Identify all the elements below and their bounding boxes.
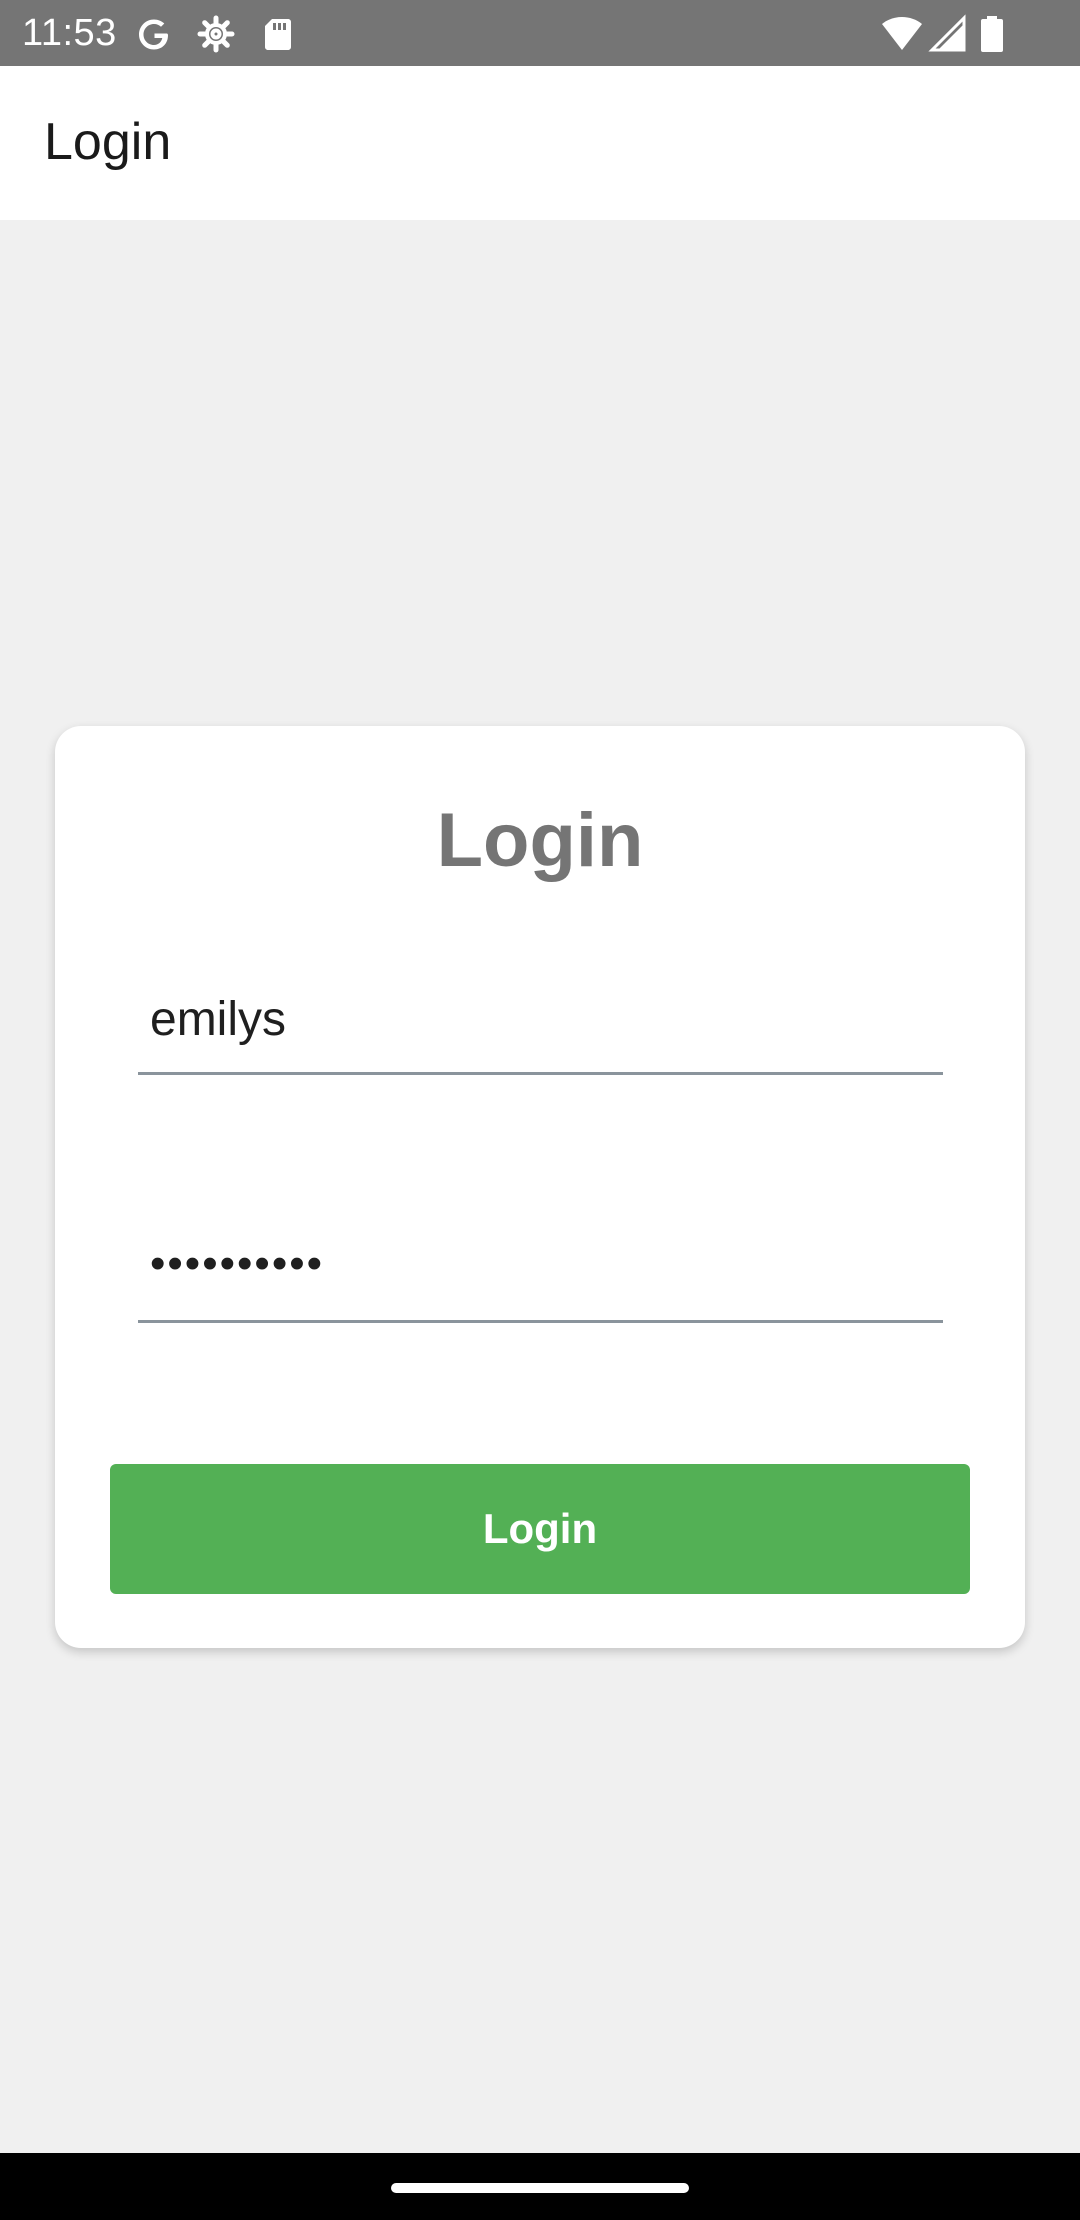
sd-card-icon	[258, 14, 298, 54]
cellular-signal-icon	[928, 14, 968, 54]
app-bar: Login	[0, 66, 1080, 220]
home-gesture-handle[interactable]	[391, 2183, 689, 2193]
status-bar: 11:53	[0, 0, 1080, 66]
password-field[interactable]: ••••••••••	[138, 1220, 943, 1323]
username-field[interactable]: emilys	[138, 972, 943, 1075]
login-card-title: Login	[436, 798, 644, 883]
wifi-icon	[880, 14, 924, 54]
login-card: Login emilys •••••••••• Login	[55, 726, 1025, 1648]
username-value: emilys	[150, 993, 287, 1046]
login-button[interactable]: Login	[110, 1464, 970, 1594]
settings-gear-icon	[196, 14, 236, 54]
password-value: ••••••••••	[150, 1239, 325, 1288]
battery-icon	[978, 14, 1006, 54]
app-bar-title: Login	[44, 113, 172, 171]
google-icon	[134, 14, 174, 54]
status-time: 11:53	[22, 12, 117, 54]
navigation-bar	[0, 2153, 1080, 2220]
